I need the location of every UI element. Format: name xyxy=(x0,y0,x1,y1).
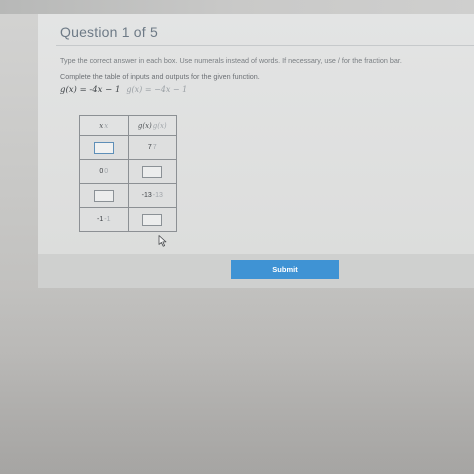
g-value-3-ghost: -13 xyxy=(152,192,163,199)
g-value-1-ghost: 7 xyxy=(152,144,157,151)
mouse-pointer-icon xyxy=(158,235,167,247)
input-output-table: xx g(x)g(x) 77 00 -13-13 -1-1 xyxy=(79,115,177,232)
table-row: 00 xyxy=(79,159,177,184)
top-strip xyxy=(0,0,474,14)
table-row: -13-13 xyxy=(79,183,177,208)
x-cell-3 xyxy=(79,183,129,208)
instruction-text: Type the correct answer in each box. Use… xyxy=(60,56,402,65)
question-title: Question 1 of 5 xyxy=(60,24,158,40)
title-divider xyxy=(56,45,474,46)
header-x-ghost: x xyxy=(104,121,109,130)
x-cell-4: -1-1 xyxy=(79,207,129,232)
answer-box-x-1[interactable] xyxy=(93,141,114,154)
submit-button[interactable]: Submit xyxy=(231,260,339,279)
answer-box-g-4[interactable] xyxy=(142,213,163,226)
table-header-row: xx g(x)g(x) xyxy=(79,115,177,136)
header-g: g(x)g(x) xyxy=(127,115,177,136)
x-value-2: 0 xyxy=(99,168,104,175)
x-value-4-ghost: -1 xyxy=(104,216,111,223)
answer-box-g-2[interactable] xyxy=(142,165,163,178)
x-cell-2: 00 xyxy=(79,159,129,184)
header-g-ghost: g(x) xyxy=(152,121,167,130)
g-cell-1: 77 xyxy=(127,135,177,160)
table-row: 77 xyxy=(79,135,177,160)
g-cell-4 xyxy=(127,207,177,232)
header-x-label: x xyxy=(99,121,104,130)
function-expression: g(x) = -4x − 1 xyxy=(60,85,121,95)
g-cell-3: -13-13 xyxy=(127,183,177,208)
header-x: xx xyxy=(79,115,129,136)
table-row: -1-1 xyxy=(79,207,177,232)
x-cell-1 xyxy=(79,135,129,160)
lower-page-area xyxy=(0,288,474,474)
prompt-text: Complete the table of inputs and outputs… xyxy=(60,72,260,81)
answer-box-x-3[interactable] xyxy=(93,189,114,202)
x-value-2-ghost: 0 xyxy=(104,168,109,175)
function-expression-ghost: g(x) = −4x − 1 xyxy=(126,85,188,94)
g-value-1: 7 xyxy=(147,144,152,151)
function-definition: g(x) = -4x − 1 g(x) = −4x − 1 xyxy=(60,85,187,95)
header-g-label: g(x) xyxy=(137,121,152,130)
g-cell-2 xyxy=(127,159,177,184)
g-value-3: -13 xyxy=(141,192,152,199)
x-value-4: -1 xyxy=(97,216,104,223)
